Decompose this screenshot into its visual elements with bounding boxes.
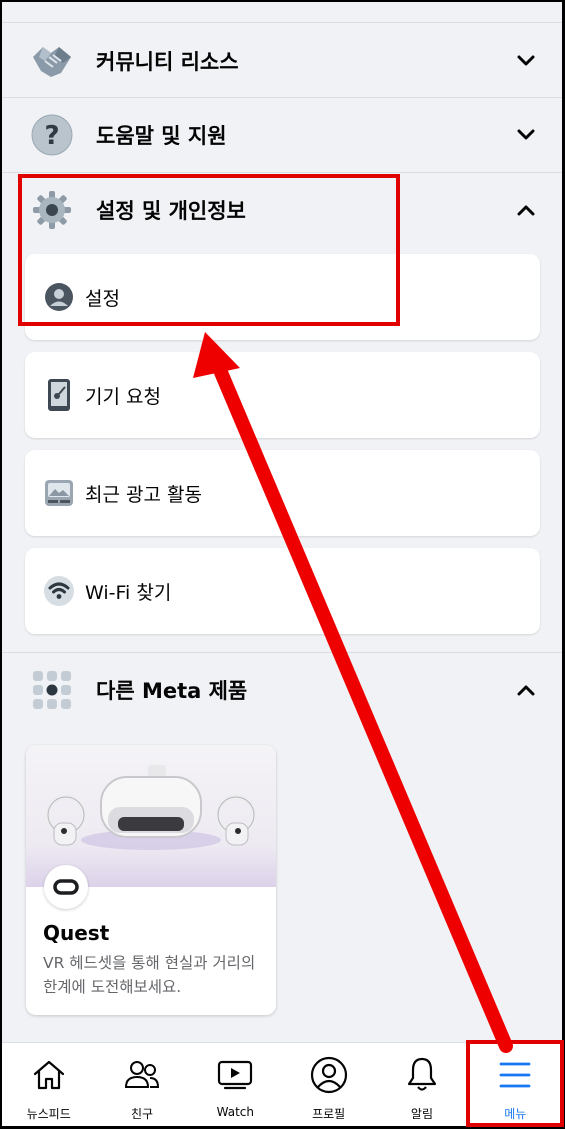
- section-help-support[interactable]: ? 도움말 및 지원: [2, 98, 562, 172]
- tab-label: 친구: [130, 1107, 154, 1121]
- quest-card[interactable]: Quest VR 헤드셋을 통해 현실과 거리의 한계에 도전해보세요.: [26, 745, 276, 1015]
- menu-item-device-requests[interactable]: 기기 요청: [25, 352, 540, 438]
- menu-item-settings[interactable]: 설정: [25, 254, 540, 340]
- grid-icon: [30, 668, 74, 712]
- menu-item-label: 최근 광고 활동: [85, 483, 202, 506]
- tab-watch[interactable]: Watch: [189, 1043, 282, 1126]
- section-label: 다른 Meta 제품: [96, 679, 248, 703]
- section-community-resources[interactable]: 커뮤니티 리소스: [2, 24, 562, 98]
- menu-item-label: Wi-Fi 찾기: [85, 581, 172, 604]
- chevron-up-icon[interactable]: [514, 678, 538, 702]
- section-label: 커뮤니티 리소스: [96, 50, 239, 74]
- menu-item-find-wifi[interactable]: Wi-Fi 찾기: [25, 548, 540, 634]
- menu-screen: 커뮤니티 리소스 ? 도움말 및 지원 설정 및 개인정보 설정 기기 요청 최…: [2, 2, 562, 1126]
- friends-icon: [122, 1055, 162, 1095]
- chevron-down-icon[interactable]: [514, 49, 538, 73]
- tab-profile[interactable]: 프로필: [282, 1043, 375, 1126]
- section-label: 설정 및 개인정보: [96, 199, 246, 223]
- chevron-down-icon[interactable]: [514, 123, 538, 147]
- gear-icon: [30, 188, 74, 232]
- image-card-icon: [43, 477, 75, 509]
- tab-label: 뉴스피드: [26, 1107, 71, 1121]
- device-key-icon: [43, 379, 75, 411]
- wifi-icon: [43, 575, 75, 607]
- section-label: 도움말 및 지원: [96, 124, 227, 148]
- tab-newsfeed[interactable]: 뉴스피드: [2, 1043, 95, 1126]
- menu-icon: [495, 1055, 535, 1095]
- bottom-tab-bar: 뉴스피드 친구 Watch 프로필 알림 메뉴: [2, 1042, 562, 1126]
- quest-description: VR 헤드셋을 통해 현실과 거리의 한계에 도전해보세요.: [43, 954, 256, 996]
- section-other-meta-products[interactable]: 다른 Meta 제품: [2, 653, 562, 727]
- tab-menu[interactable]: 메뉴: [469, 1043, 562, 1126]
- oculus-logo-icon: [44, 865, 88, 909]
- section-settings-privacy[interactable]: 설정 및 개인정보: [2, 173, 562, 247]
- chevron-up-icon[interactable]: [514, 198, 538, 222]
- tab-friends[interactable]: 친구: [95, 1043, 188, 1126]
- watch-icon: [215, 1055, 255, 1095]
- tab-label: Watch: [216, 1105, 254, 1119]
- person-icon: [43, 281, 75, 313]
- quest-title: Quest: [43, 921, 110, 945]
- tab-label: 알림: [410, 1107, 434, 1121]
- tab-notifications[interactable]: 알림: [375, 1043, 468, 1126]
- profile-icon: [309, 1055, 349, 1095]
- tab-label: 프로필: [312, 1107, 346, 1121]
- divider: [2, 22, 562, 23]
- handshake-icon: [30, 39, 74, 83]
- menu-item-label: 기기 요청: [85, 385, 161, 408]
- bell-icon: [402, 1055, 442, 1095]
- menu-item-recent-ad-activity[interactable]: 최근 광고 활동: [25, 450, 540, 536]
- svg-text:?: ?: [44, 121, 59, 151]
- tab-label: 메뉴: [504, 1107, 527, 1121]
- menu-item-label: 설정: [85, 287, 120, 310]
- home-icon: [29, 1055, 69, 1095]
- question-icon: ?: [30, 113, 74, 157]
